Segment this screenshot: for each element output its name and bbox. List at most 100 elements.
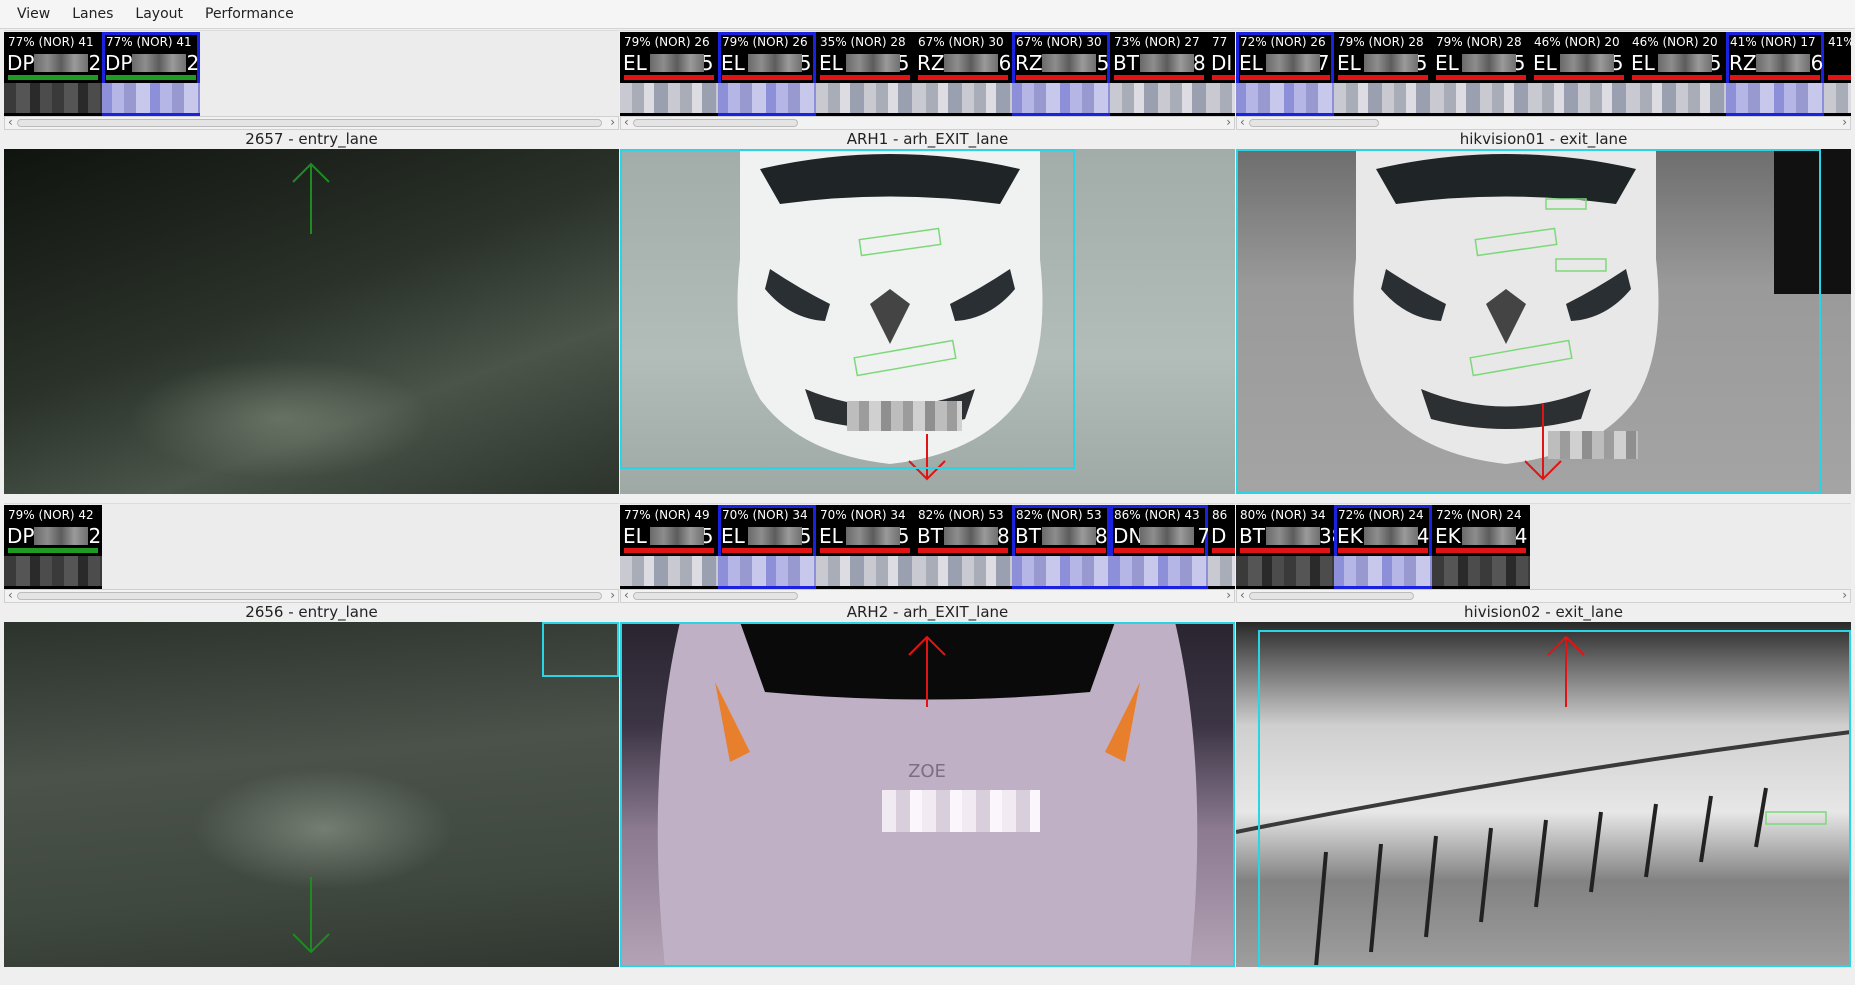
scroll-left-icon[interactable]: ‹: [1240, 115, 1245, 129]
plate-prefix: EL: [721, 51, 745, 75]
scrollbar-thumb[interactable]: [17, 119, 602, 127]
plate-thumbnail: [1334, 83, 1432, 113]
plate-suffix: 4: [1416, 524, 1430, 548]
plate-status-bar: [1534, 75, 1624, 80]
plate-prefix: EL: [819, 524, 843, 548]
plate-redaction: [1042, 54, 1096, 72]
scroll-left-icon[interactable]: ‹: [1240, 588, 1245, 602]
detection-box[interactable]: [542, 622, 619, 677]
menu-lanes[interactable]: Lanes: [61, 0, 124, 29]
camera-view[interactable]: ZOE: [620, 622, 1235, 967]
lane-title: hikvision01 - exit_lane: [1459, 130, 1628, 148]
scrollbar-thumb[interactable]: [1249, 119, 1379, 127]
scroll-right-icon[interactable]: ›: [610, 115, 615, 129]
plate-tile[interactable]: 41%: [1824, 32, 1851, 116]
plate-strip[interactable]: 79% (NOR) 42 DP 2: [4, 503, 619, 589]
scroll-right-icon[interactable]: ›: [1842, 115, 1847, 129]
plate-prefix: EL: [1337, 51, 1361, 75]
plate-prefix: BT: [1015, 524, 1041, 548]
plate-tile[interactable]: 72% (NOR) 26 EL 7: [1236, 32, 1334, 116]
scroll-left-icon[interactable]: ‹: [624, 115, 629, 129]
plate-tile[interactable]: 35% (NOR) 28 EL 5: [816, 32, 914, 116]
camera-view[interactable]: [1236, 622, 1851, 967]
scrollbar-thumb[interactable]: [633, 119, 798, 127]
plate-strip[interactable]: 79% (NOR) 26 EL 5 79% (NOR) 26 EL 5 35% (NOR) …: [620, 30, 1235, 116]
plate-suffix: 8: [996, 524, 1010, 548]
scroll-left-icon[interactable]: ‹: [8, 588, 13, 602]
plate-thumbnail: [1530, 83, 1628, 113]
scrollbar-thumb[interactable]: [1249, 592, 1414, 600]
plate-tile[interactable]: 82% (NOR) 53 BT 8: [1012, 505, 1110, 589]
horizontal-scrollbar[interactable]: ‹ ›: [620, 115, 1235, 130]
scroll-right-icon[interactable]: ›: [610, 588, 615, 602]
plate-tile[interactable]: 80% (NOR) 34 BT 38: [1236, 505, 1334, 589]
plate-thumbnail: [1012, 83, 1110, 113]
plate-strip[interactable]: 77% (NOR) 41 DP 2 77% (NOR) 41 DP 2: [4, 30, 619, 116]
plate-tile[interactable]: 86 D: [1208, 505, 1235, 589]
horizontal-scrollbar[interactable]: ‹ ›: [4, 115, 619, 130]
plate-tile[interactable]: 70% (NOR) 34 EL 5: [816, 505, 914, 589]
plate-strip[interactable]: 77% (NOR) 49 EL 5 70% (NOR) 34 EL 5 70% (NOR) …: [620, 503, 1235, 589]
plate-tile[interactable]: 67% (NOR) 30 RZ 6: [914, 32, 1012, 116]
scrollbar-thumb[interactable]: [633, 592, 798, 600]
plate-confidence: 72% (NOR) 26: [1240, 35, 1326, 49]
camera-view[interactable]: [4, 622, 619, 967]
scroll-right-icon[interactable]: ›: [1842, 588, 1847, 602]
plate-tile[interactable]: 79% (NOR) 28 EL 5: [1432, 32, 1530, 116]
horizontal-scrollbar[interactable]: ‹ ›: [1236, 588, 1851, 603]
plate-tile[interactable]: 77% (NOR) 41 DP 2: [4, 32, 102, 116]
plate-tile[interactable]: 77% (NOR) 49 EL 5: [620, 505, 718, 589]
plate-thumbnail: [1628, 83, 1726, 113]
plate-strip[interactable]: 80% (NOR) 34BT3872% (NOR) 24EK472% (NOR)…: [1236, 503, 1851, 589]
plate-thumbnail: [1432, 556, 1530, 586]
plate-tile[interactable]: 41% (NOR) 17 RZ 6: [1726, 32, 1824, 116]
plate-tile[interactable]: 70% (NOR) 34 EL 5: [718, 505, 816, 589]
menu-layout[interactable]: Layout: [124, 0, 194, 29]
plate-tile[interactable]: 86% (NOR) 43 DN 7: [1110, 505, 1208, 589]
lane-panel-hikvision01: 72% (NOR) 26 EL 7 79% (NOR) 28 EL 5 79% (NOR) …: [1236, 30, 1851, 494]
plate-status-bar: [624, 548, 714, 553]
plate-tile[interactable]: 73% (NOR) 27 BT 8: [1110, 32, 1208, 116]
plate-tile[interactable]: 77% (NOR) 41 DP 2: [102, 32, 200, 116]
camera-view[interactable]: [4, 149, 619, 494]
detection-box[interactable]: [620, 149, 1075, 469]
scroll-left-icon[interactable]: ‹: [624, 588, 629, 602]
lane-panel-hivision02: 80% (NOR) 34BT3872% (NOR) 24EK472% (NOR)…: [1236, 503, 1851, 967]
plate-tile[interactable]: 46% (NOR) 20 EL 5: [1628, 32, 1726, 116]
plate-strip-track: 77% (NOR) 49 EL 5 70% (NOR) 34 EL 5 70% (NOR) …: [620, 505, 1235, 589]
horizontal-scrollbar[interactable]: ‹ ›: [1236, 115, 1851, 130]
horizontal-scrollbar[interactable]: ‹ ›: [620, 588, 1235, 603]
scroll-right-icon[interactable]: ›: [1226, 588, 1231, 602]
detection-box[interactable]: [1258, 630, 1851, 967]
camera-view[interactable]: [620, 149, 1235, 494]
plate-thumbnail: [1236, 83, 1334, 113]
plate-tile[interactable]: 77 DI: [1208, 32, 1235, 116]
plate-tile[interactable]: 72% (NOR) 24 EK 4: [1334, 505, 1432, 589]
plate-tile[interactable]: 67% (NOR) 30 RZ 56: [1012, 32, 1110, 116]
plate-confidence: 41%: [1828, 35, 1851, 49]
plate-tile[interactable]: 79% (NOR) 26 EL 5: [718, 32, 816, 116]
detection-box[interactable]: [1236, 149, 1821, 494]
plate-thumbnail: [102, 83, 200, 113]
menu-performance[interactable]: Performance: [194, 0, 305, 29]
plate-strip-track: 77% (NOR) 41 DP 2 77% (NOR) 41 DP 2: [4, 32, 200, 116]
scroll-left-icon[interactable]: ‹: [8, 115, 13, 129]
horizontal-scrollbar[interactable]: ‹ ›: [4, 588, 619, 603]
plate-tile[interactable]: 82% (NOR) 53 BT 8: [914, 505, 1012, 589]
scroll-right-icon[interactable]: ›: [1226, 115, 1231, 129]
detection-box[interactable]: [620, 622, 1235, 967]
plate-tile[interactable]: 72% (NOR) 24 EK 4: [1432, 505, 1530, 589]
plate-prefix: RZ: [1729, 51, 1757, 75]
plate-status-bar: [1212, 548, 1235, 553]
plate-strip[interactable]: 72% (NOR) 26 EL 7 79% (NOR) 28 EL 5 79% (NOR) …: [1236, 30, 1851, 116]
plate-tile[interactable]: 46% (NOR) 20 EL 5: [1530, 32, 1628, 116]
menu-view[interactable]: View: [0, 0, 61, 29]
plate-confidence: 41% (NOR) 17: [1730, 35, 1816, 49]
lane-title: 2656 - entry_lane: [245, 603, 378, 621]
plate-tile[interactable]: 79% (NOR) 26 EL 5: [620, 32, 718, 116]
scrollbar-thumb[interactable]: [17, 592, 602, 600]
plate-tile[interactable]: 79% (NOR) 42 DP 2: [4, 505, 102, 589]
plate-tile[interactable]: 79% (NOR) 28 EL 5: [1334, 32, 1432, 116]
plate-status-bar: [1436, 75, 1526, 80]
camera-view[interactable]: [1236, 149, 1851, 494]
